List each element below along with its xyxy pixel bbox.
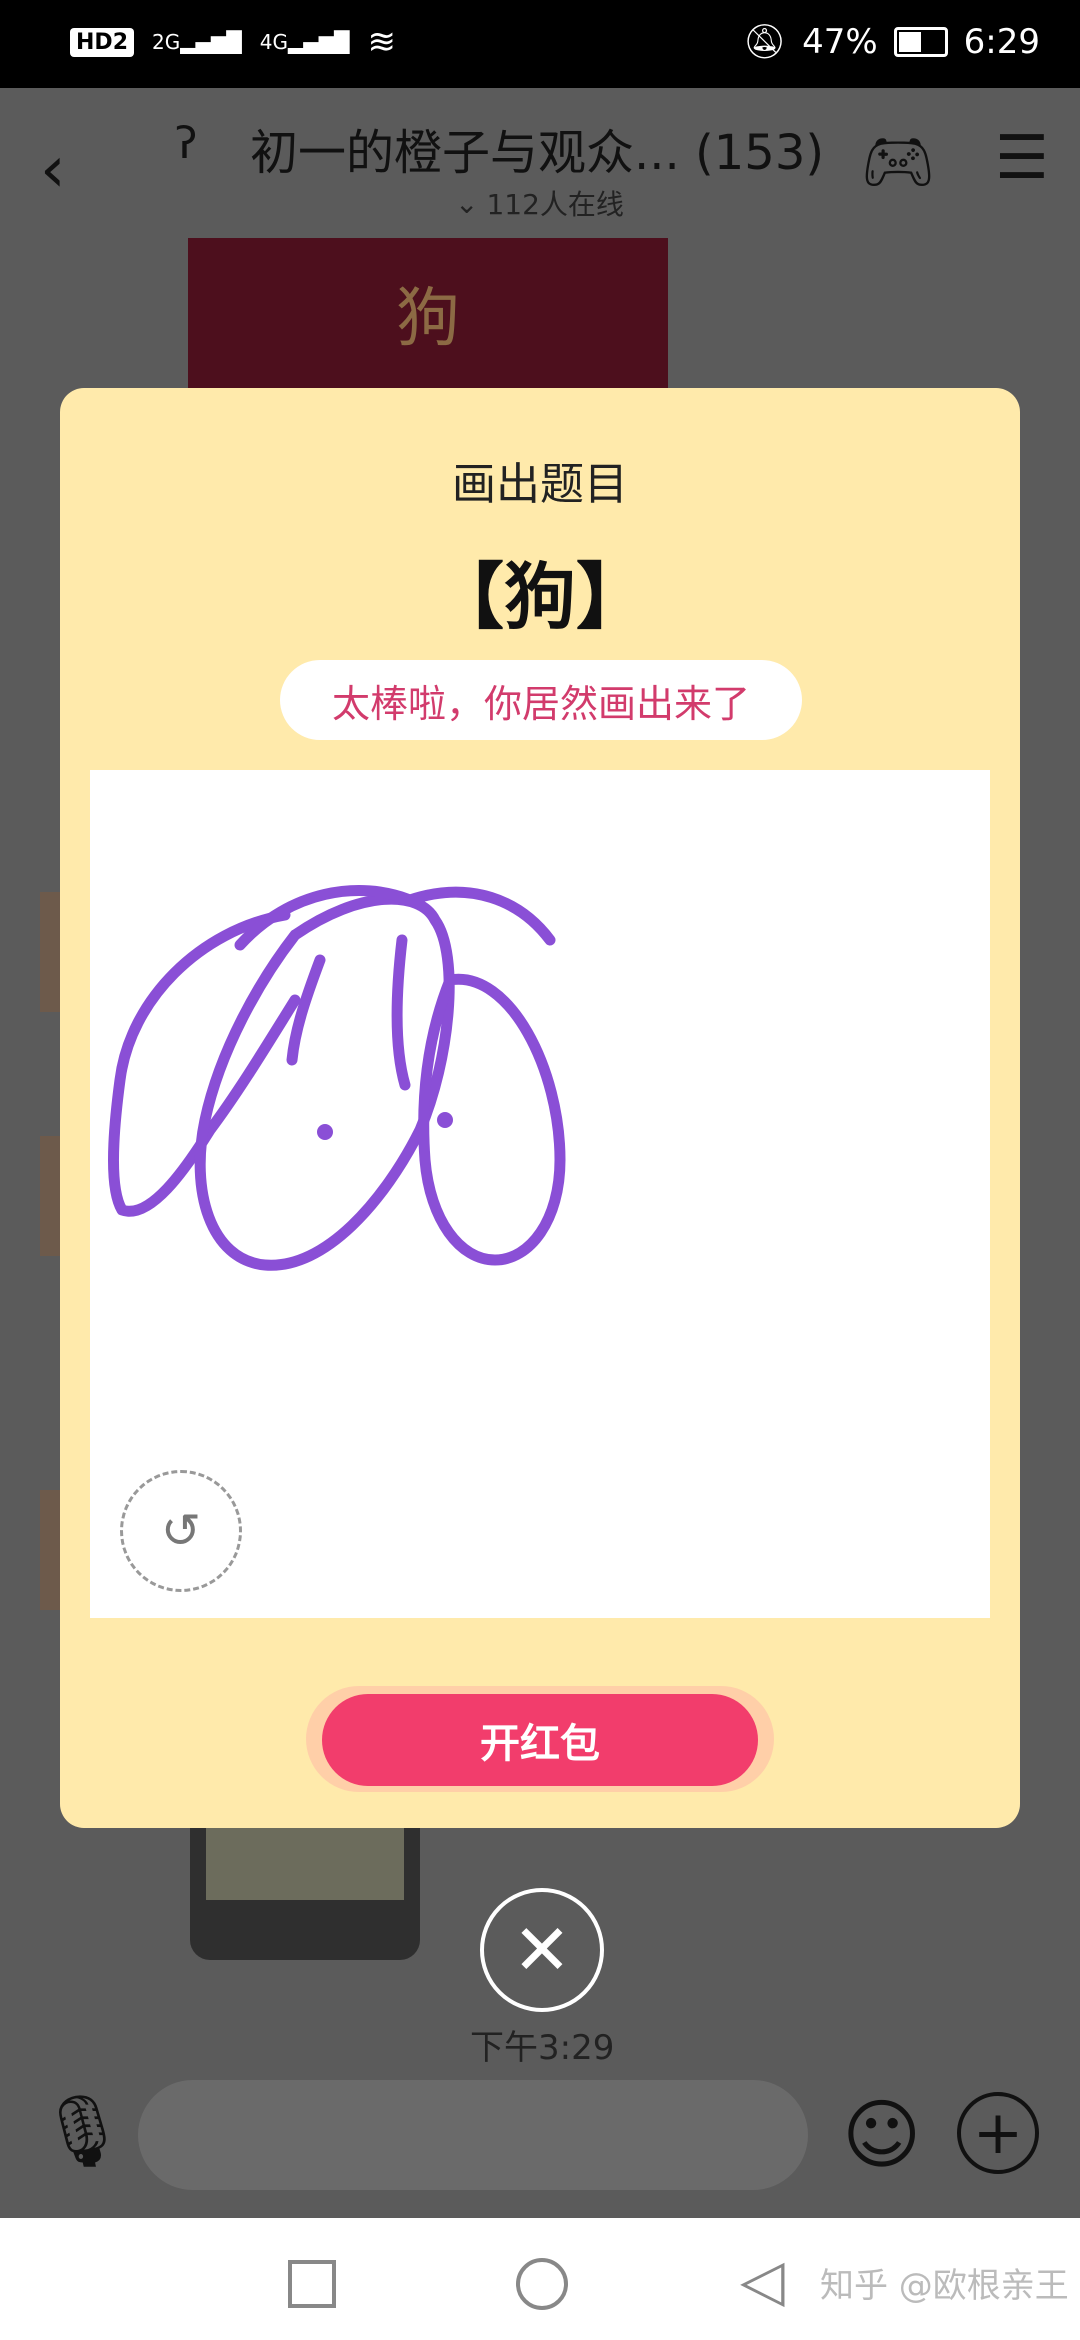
ear-icon[interactable]: ʔ	[175, 118, 197, 169]
prompt-word: 【狗】	[431, 555, 648, 639]
dialog-title: 画出题目	[452, 459, 628, 510]
background-card: 狗	[188, 238, 668, 388]
background-phone-screen	[206, 1820, 404, 1900]
draw-game-dialog: 画出题目 【狗】 太棒啦，你居然画出来了 ↺ 开红包	[60, 388, 1020, 1828]
status-bar: HD2 2G▂▄▆█ 4G▂▄▆█ ≋ 🔕︎ 47% 6:29	[0, 0, 1080, 88]
system-nav-bar: ◁ 知乎 @欧根亲王	[0, 2218, 1080, 2340]
undo-button[interactable]: ↺	[120, 1470, 242, 1592]
menu-icon[interactable]: ☰	[995, 123, 1049, 193]
status-right: 🔕︎ 47% 6:29	[743, 22, 1040, 62]
undo-icon: ↺	[160, 1503, 202, 1559]
left-eye	[317, 1124, 333, 1140]
online-count[interactable]: ⌄ 112人在线	[455, 183, 624, 223]
feedback-message: 太棒啦，你居然画出来了	[280, 660, 802, 740]
wifi-icon: ≋	[367, 22, 397, 62]
open-redpacket-button[interactable]: 开红包	[322, 1694, 758, 1786]
battery-percent: 47%	[802, 22, 878, 62]
watermark: 知乎 @欧根亲王	[820, 2266, 1069, 2306]
plus-icon[interactable]: +	[957, 2092, 1039, 2174]
signal-2g-icon: 2G▂▄▆█	[152, 30, 242, 54]
drawing-canvas[interactable]: ↺	[90, 770, 990, 1618]
status-left: HD2 2G▂▄▆█ 4G▂▄▆█ ≋	[70, 22, 396, 62]
recent-apps-button[interactable]	[288, 2260, 336, 2308]
chat-header: ‹ ʔ 初一的橙子与观众... (153) ⌄ 112人在线 🎮︎ ☰	[0, 88, 1080, 238]
right-eye	[437, 1112, 453, 1128]
battery-icon	[893, 27, 948, 57]
gamepad-icon[interactable]: 🎮︎	[860, 126, 936, 197]
back-icon[interactable]: ‹	[40, 133, 66, 207]
hd-badge: HD2	[70, 27, 134, 57]
home-button[interactable]	[516, 2258, 568, 2310]
nav-back-icon[interactable]: ◁	[740, 2246, 785, 2314]
emoji-icon[interactable]: ☺	[842, 2090, 921, 2179]
clock: 6:29	[963, 22, 1040, 62]
bell-muted-icon: 🔕︎	[742, 22, 787, 62]
mouth-line-stroke	[391, 934, 411, 1091]
background-phone-preview	[190, 1820, 420, 1960]
message-input[interactable]	[138, 2080, 808, 2190]
close-dialog-button[interactable]: ✕	[480, 1888, 604, 2012]
nose-line-stroke	[286, 954, 326, 1066]
signal-4g-icon: 4G▂▄▆█	[259, 30, 350, 54]
microphone-icon[interactable]: 🎙︎	[38, 2090, 127, 2173]
close-icon: ✕	[512, 1909, 572, 1991]
message-time: 下午3:29	[470, 2028, 615, 2068]
chat-title: 初一的橙子与观众... (153)	[250, 125, 825, 181]
chevron-down-icon: ⌄	[455, 186, 479, 220]
